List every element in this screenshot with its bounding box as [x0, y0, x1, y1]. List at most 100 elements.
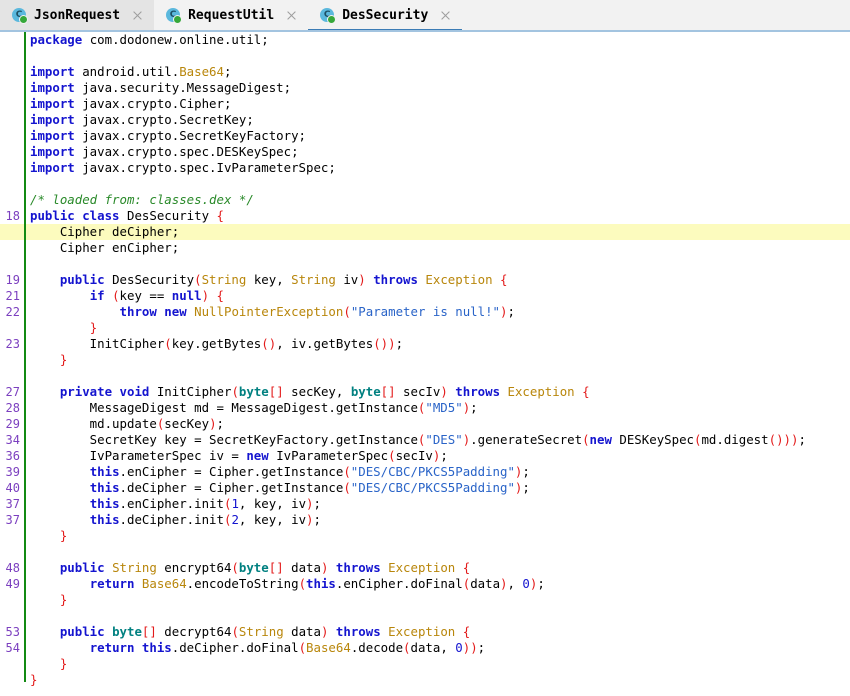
code-line[interactable]: import java.security.MessageDigest;: [0, 80, 850, 96]
close-icon[interactable]: [439, 9, 452, 22]
code-line[interactable]: 40 this.deCipher = Cipher.getInstance("D…: [0, 480, 850, 496]
line-number: 53: [5, 625, 20, 639]
code-line[interactable]: 18 public class DesSecurity {: [0, 208, 850, 224]
line-number: 40: [5, 481, 20, 495]
code-line[interactable]: 49 return Base64.encodeToString(this.enC…: [0, 576, 850, 592]
code-line-source: }: [30, 672, 38, 687]
line-number: 36: [5, 449, 20, 463]
code-line-source: public byte[] decrypt64(String data) thr…: [59, 624, 471, 639]
line-number: 23: [5, 337, 20, 351]
line-number: 34: [5, 433, 20, 447]
code-line-source: import javax.crypto.spec.IvParameterSpec…: [30, 160, 336, 175]
code-line[interactable]: /* loaded from: classes.dex */: [0, 192, 850, 208]
code-line[interactable]: [0, 176, 850, 192]
line-number: 49: [5, 577, 20, 591]
code-line[interactable]: 28 MessageDigest md = MessageDigest.getI…: [0, 400, 850, 416]
code-line[interactable]: 37 this.enCipher.init(1, key, iv);: [0, 496, 850, 512]
code-line-source: SecretKey key = SecretKeyFactory.getInst…: [30, 432, 806, 447]
line-number: 19: [5, 273, 20, 287]
code-line[interactable]: 27 private void InitCipher(byte[] secKey…: [0, 384, 850, 400]
code-line-source: this.deCipher = Cipher.getInstance("DES/…: [89, 480, 530, 495]
code-line-source: }: [59, 592, 68, 607]
code-line[interactable]: [0, 368, 850, 384]
code-line[interactable]: import javax.crypto.spec.DESKeySpec;: [0, 144, 850, 160]
line-number: 18: [5, 209, 20, 223]
editor-tab-requestutil[interactable]: C RequestUtil: [154, 0, 309, 30]
code-line[interactable]: [0, 544, 850, 560]
java-class-icon: C: [166, 7, 183, 24]
code-line[interactable]: 37 this.deCipher.init(2, key, iv);: [0, 512, 850, 528]
code-line[interactable]: package com.dodonew.online.util;: [0, 32, 850, 48]
code-line[interactable]: }: [0, 320, 850, 336]
code-line-source: import javax.crypto.SecretKey;: [30, 112, 254, 127]
editor-tab-label: RequestUtil: [188, 7, 275, 23]
code-line[interactable]: Cipher enCipher;: [0, 240, 850, 256]
code-line[interactable]: }: [0, 528, 850, 544]
code-line[interactable]: 53 public byte[] decrypt64(String data) …: [0, 624, 850, 640]
code-line[interactable]: import javax.crypto.SecretKeyFactory;: [0, 128, 850, 144]
code-lines-container[interactable]: package com.dodonew.online.util; import a…: [0, 32, 850, 688]
line-number: 54: [5, 641, 20, 655]
code-line-source: import javax.crypto.SecretKeyFactory;: [30, 128, 307, 143]
code-line[interactable]: [0, 256, 850, 272]
code-line-source: Cipher enCipher;: [30, 240, 180, 255]
line-number: 27: [5, 385, 20, 399]
code-line[interactable]: import javax.crypto.spec.IvParameterSpec…: [0, 160, 850, 176]
line-number: 22: [5, 305, 20, 319]
code-line-source: }: [59, 352, 68, 367]
code-line[interactable]: import javax.crypto.SecretKey;: [0, 112, 850, 128]
code-line[interactable]: 29 md.update(secKey);: [0, 416, 850, 432]
editor-tab-bar[interactable]: C JsonRequest C RequestUtil C DesSecurity: [0, 0, 850, 32]
code-line[interactable]: import javax.crypto.Cipher;: [0, 96, 850, 112]
code-line[interactable]: 21 if (key == null) {: [0, 288, 850, 304]
code-line-source: import javax.crypto.spec.DESKeySpec;: [30, 144, 299, 159]
code-line-source: package com.dodonew.online.util;: [30, 32, 269, 47]
code-line[interactable]: }: [0, 656, 850, 672]
editor-tab-jsonrequest[interactable]: C JsonRequest: [0, 0, 155, 30]
code-line[interactable]: 34 SecretKey key = SecretKeyFactory.getI…: [0, 432, 850, 448]
code-line[interactable]: [0, 48, 850, 64]
code-line[interactable]: 36 IvParameterSpec iv = new IvParameterS…: [0, 448, 850, 464]
code-line-source: public DesSecurity(String key, String iv…: [59, 272, 508, 287]
code-line-source: this.deCipher.init(2, key, iv);: [89, 512, 321, 527]
code-line-source: import android.util.Base64;: [30, 64, 232, 79]
editor-tab-label: JsonRequest: [34, 7, 121, 23]
code-line-source: throw new NullPointerException("Paramete…: [119, 304, 515, 319]
close-icon[interactable]: [285, 9, 298, 22]
code-line-source: return Base64.encodeToString(this.enCiph…: [89, 576, 545, 591]
close-icon[interactable]: [131, 9, 144, 22]
code-line-source: public String encrypt64(byte[] data) thr…: [59, 560, 471, 575]
line-number: 21: [5, 289, 20, 303]
code-line-source: public class DesSecurity {: [30, 208, 224, 223]
code-line[interactable]: [0, 608, 850, 624]
code-line-source: import java.security.MessageDigest;: [30, 80, 292, 95]
code-line[interactable]: }: [0, 352, 850, 368]
code-line-source: md.update(secKey);: [30, 416, 224, 431]
code-line[interactable]: Cipher deCipher;: [0, 224, 850, 240]
code-line[interactable]: 19 public DesSecurity(String key, String…: [0, 272, 850, 288]
code-line-source: this.enCipher.init(1, key, iv);: [89, 496, 321, 511]
code-line-source: if (key == null) {: [89, 288, 225, 303]
line-number: 37: [5, 513, 20, 527]
line-number: 29: [5, 417, 20, 431]
code-line-source: Cipher deCipher;: [30, 224, 180, 239]
code-line-source: import javax.crypto.Cipher;: [30, 96, 232, 111]
code-line[interactable]: 48 public String encrypt64(byte[] data) …: [0, 560, 850, 576]
code-line[interactable]: 39 this.enCipher = Cipher.getInstance("D…: [0, 464, 850, 480]
code-line-source: MessageDigest md = MessageDigest.getInst…: [30, 400, 478, 415]
editor-tab-dessecurity[interactable]: C DesSecurity: [308, 0, 463, 30]
java-class-icon: C: [12, 7, 28, 24]
code-line-source: private void InitCipher(byte[] secKey, b…: [59, 384, 590, 399]
line-number: 48: [5, 561, 20, 575]
code-line[interactable]: import android.util.Base64;: [0, 64, 850, 80]
code-line[interactable]: 23 InitCipher(key.getBytes(), iv.getByte…: [0, 336, 850, 352]
line-number: 39: [5, 465, 20, 479]
code-line[interactable]: 54 return this.deCipher.doFinal(Base64.d…: [0, 640, 850, 656]
line-number: 28: [5, 401, 20, 415]
code-line-source: /* loaded from: classes.dex */: [30, 192, 254, 207]
java-class-icon: C: [320, 7, 337, 24]
code-line[interactable]: }: [0, 672, 850, 688]
code-line[interactable]: }: [0, 592, 850, 608]
code-editor[interactable]: package com.dodonew.online.util; import a…: [0, 32, 850, 696]
code-line[interactable]: 22 throw new NullPointerException("Param…: [0, 304, 850, 320]
